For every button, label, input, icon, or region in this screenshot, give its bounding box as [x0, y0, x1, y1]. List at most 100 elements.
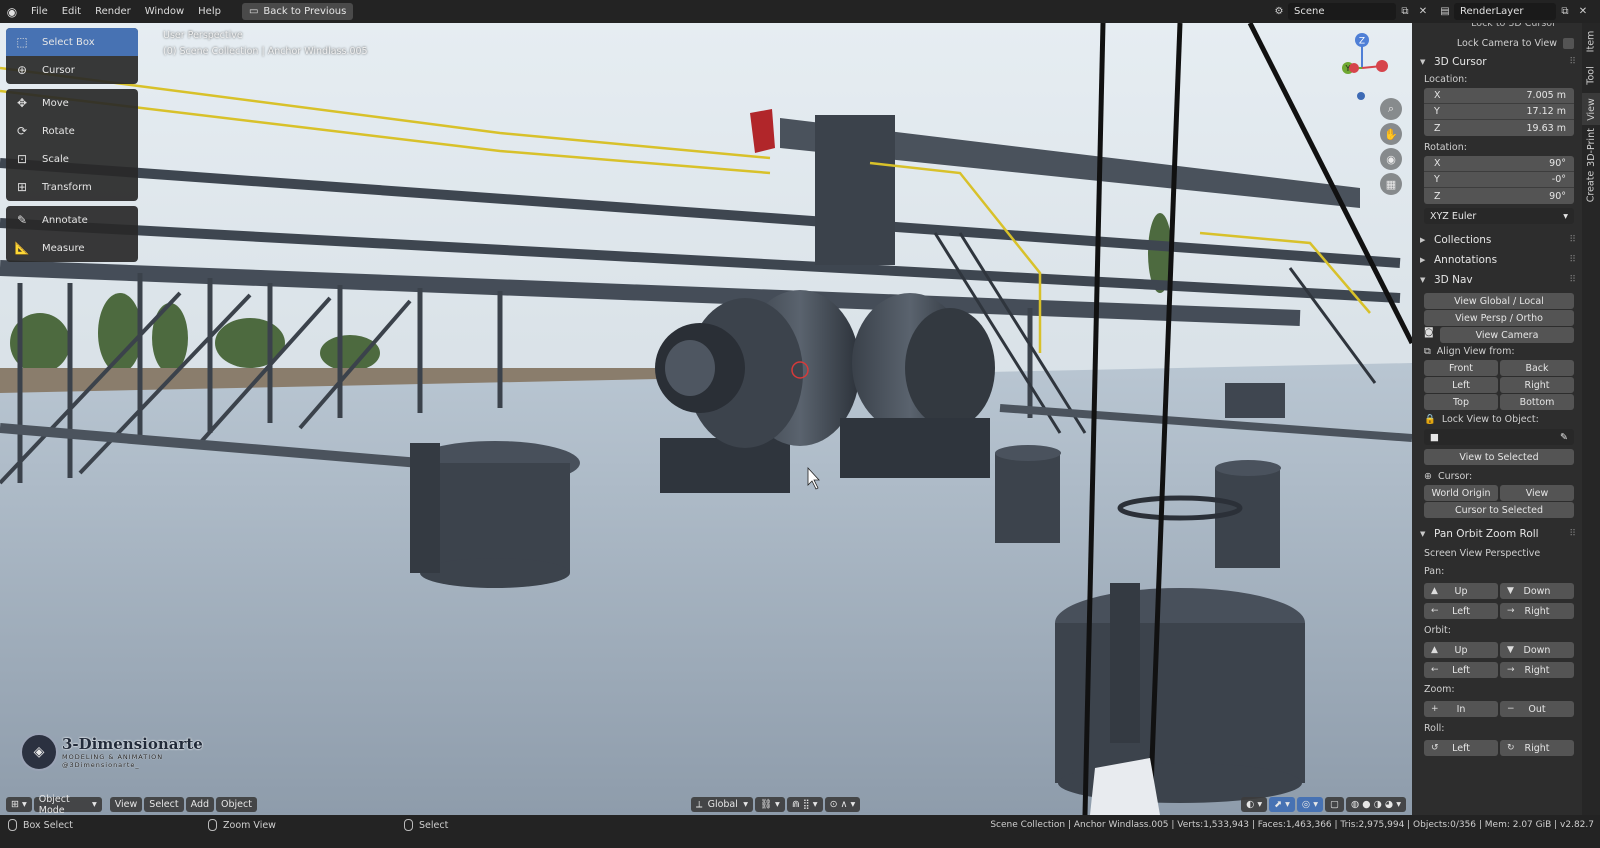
scene-name-field[interactable]: Scene — [1288, 3, 1396, 20]
tool-measure[interactable]: 📐 Measure — [6, 234, 138, 262]
roll-right-button[interactable]: ↻ Right — [1500, 740, 1574, 756]
overlay-toggle-icon[interactable]: ◎ ▾ — [1296, 797, 1323, 812]
render-layer-field[interactable]: RenderLayer — [1454, 3, 1556, 20]
tool-move[interactable]: ✥ Move — [6, 89, 138, 117]
orbit-up-button[interactable]: ▲ Up — [1424, 642, 1498, 658]
panel-3d-cursor[interactable]: ▼ 3D Cursor ⠿ — [1412, 52, 1582, 72]
rotation-z-field[interactable]: Z 90° — [1424, 188, 1574, 204]
drag-grip-icon[interactable]: ⠿ — [1569, 57, 1576, 67]
align-front-button[interactable]: Front — [1424, 360, 1498, 376]
3d-viewport[interactable]: User Perspective (0) Scene Collection | … — [0, 23, 1412, 815]
pivot-icon[interactable]: ⛓ ▾ — [754, 797, 785, 812]
zoom-icon[interactable]: ⌕ — [1380, 98, 1402, 120]
header-menu-view[interactable]: View — [109, 797, 143, 812]
new-layer-icon[interactable]: ⧉ — [1556, 3, 1574, 20]
panel-3d-nav[interactable]: ▼ 3D Nav ⠿ — [1412, 270, 1582, 290]
back-to-previous-button[interactable]: ▭ Back to Previous — [241, 3, 354, 20]
rotation-y-field[interactable]: Y -0° — [1424, 172, 1574, 188]
orbit-right-button[interactable]: → Right — [1500, 662, 1574, 678]
cursor-to-selected-button[interactable]: Cursor to Selected — [1424, 502, 1574, 518]
lock-camera-row[interactable]: Lock Camera to View — [1412, 34, 1582, 52]
cursor-icon: ⊕ — [16, 63, 28, 77]
align-right-button[interactable]: Right — [1500, 377, 1574, 393]
new-scene-icon[interactable]: ⧉ — [1396, 3, 1414, 20]
menu-file[interactable]: File — [24, 0, 55, 23]
tool-annotate[interactable]: ✎ Annotate — [6, 206, 138, 234]
header-menu-add[interactable]: Add — [185, 797, 215, 812]
world-origin-button[interactable]: World Origin — [1424, 485, 1498, 501]
navigation-gizmo[interactable]: Z Y — [1330, 28, 1410, 108]
tool-rotate[interactable]: ⟳ Rotate — [6, 117, 138, 145]
view-perspective-label: User Perspective — [163, 30, 243, 41]
eyedropper-icon[interactable]: ✎ — [1560, 432, 1568, 443]
align-back-button[interactable]: Back — [1500, 360, 1574, 376]
tab-tool[interactable]: Tool — [1582, 59, 1600, 91]
menu-help[interactable]: Help — [191, 0, 228, 23]
lock-object-field[interactable]: ■ ✎ — [1424, 429, 1574, 445]
pan-up-button[interactable]: ▲ Up — [1424, 583, 1498, 599]
scene-icon[interactable]: ⚙ — [1270, 3, 1288, 20]
rotation-x-field[interactable]: X 90° — [1424, 156, 1574, 172]
render-layer-icon[interactable]: ▤ — [1436, 3, 1454, 20]
drag-grip-icon[interactable]: ⠿ — [1569, 255, 1576, 265]
view-persp-ortho-button[interactable]: View Persp / Ortho — [1424, 310, 1574, 326]
zoom-in-button[interactable]: + In — [1424, 701, 1498, 717]
tab-view[interactable]: View — [1582, 93, 1600, 125]
zoom-out-button[interactable]: − Out — [1500, 701, 1574, 717]
align-bottom-button[interactable]: Bottom — [1500, 394, 1574, 410]
button-label: In — [1456, 703, 1466, 715]
align-left-button[interactable]: Left — [1424, 377, 1498, 393]
snap-icon[interactable]: ⋒ ⣿ ▾ — [786, 797, 823, 812]
xray-icon[interactable]: ▢ — [1325, 797, 1344, 812]
header-menu-object[interactable]: Object — [216, 797, 257, 812]
delete-scene-icon[interactable]: ✕ — [1414, 3, 1432, 20]
tool-transform[interactable]: ⊞ Transform — [6, 173, 138, 201]
blender-logo-icon[interactable]: ◉ — [0, 0, 24, 23]
camera-icon[interactable]: ◉ — [1380, 148, 1402, 170]
mode-dropdown[interactable]: Object Mode ▾ — [33, 794, 102, 815]
location-y-field[interactable]: Y 17.12 m — [1424, 104, 1574, 120]
panel-pan-orbit-zoom-roll[interactable]: ▼ Pan Orbit Zoom Roll ⠿ — [1412, 524, 1582, 544]
pan-down-button[interactable]: ▼ Down — [1500, 583, 1574, 599]
rotate-icon: ⟳ — [16, 124, 28, 138]
tool-scale[interactable]: ⊡ Scale — [6, 145, 138, 173]
tab-item[interactable]: Item — [1582, 25, 1600, 57]
header-menu-select[interactable]: Select — [144, 797, 184, 812]
proportional-edit-icon[interactable]: ⊙ ∧ ▾ — [824, 797, 861, 812]
editor-type-icon[interactable]: ⊞ ▾ — [6, 797, 32, 812]
orbit-left-button[interactable]: ← Left — [1424, 662, 1498, 678]
orbit-down-button[interactable]: ▼ Down — [1500, 642, 1574, 658]
orientation-dropdown[interactable]: ⟂ Global ▾ — [690, 797, 753, 812]
tool-select-box[interactable]: ⬚ Select Box — [6, 28, 138, 56]
location-x-field[interactable]: X 7.005 m — [1424, 88, 1574, 104]
camera-icon: ◙ — [1424, 327, 1434, 338]
tab-3d-print[interactable]: 3D-Print — [1582, 127, 1600, 167]
pan-hand-icon[interactable]: ✋ — [1380, 123, 1402, 145]
menu-window[interactable]: Window — [138, 0, 191, 23]
pan-left-button[interactable]: ← Left — [1424, 603, 1498, 619]
visibility-icon[interactable]: ◐ ▾ — [1241, 797, 1268, 812]
view-to-selected-button[interactable]: View to Selected — [1424, 449, 1574, 465]
menu-render[interactable]: Render — [88, 0, 138, 23]
gizmo-toggle-icon[interactable]: ⬈ ▾ — [1269, 797, 1295, 812]
panel-collections[interactable]: ▶ Collections ⠿ — [1412, 230, 1582, 250]
tool-cursor[interactable]: ⊕ Cursor — [6, 56, 138, 84]
drag-grip-icon[interactable]: ⠿ — [1569, 275, 1576, 285]
shading-modes-icon[interactable]: ◍ ● ◑ ◕ ▾ — [1345, 797, 1406, 812]
align-top-button[interactable]: Top — [1424, 394, 1498, 410]
drag-grip-icon[interactable]: ⠿ — [1569, 529, 1576, 539]
tab-create[interactable]: Create — [1582, 169, 1600, 203]
rotation-mode-dropdown[interactable]: XYZ Euler ▾ — [1424, 208, 1574, 224]
cursor-view-button[interactable]: View — [1500, 485, 1574, 501]
panel-annotations[interactable]: ▶ Annotations ⠿ — [1412, 250, 1582, 270]
location-z-field[interactable]: Z 19.63 m — [1424, 120, 1574, 136]
view-global-local-button[interactable]: View Global / Local — [1424, 293, 1574, 309]
grid-ortho-icon[interactable]: ▦ — [1380, 173, 1402, 195]
menu-edit[interactable]: Edit — [55, 0, 88, 23]
view-camera-button[interactable]: View Camera — [1440, 327, 1574, 343]
lock-camera-checkbox[interactable] — [1563, 37, 1574, 49]
roll-left-button[interactable]: ↺ Left — [1424, 740, 1498, 756]
delete-layer-icon[interactable]: ✕ — [1574, 3, 1592, 20]
pan-right-button[interactable]: → Right — [1500, 603, 1574, 619]
drag-grip-icon[interactable]: ⠿ — [1569, 235, 1576, 245]
